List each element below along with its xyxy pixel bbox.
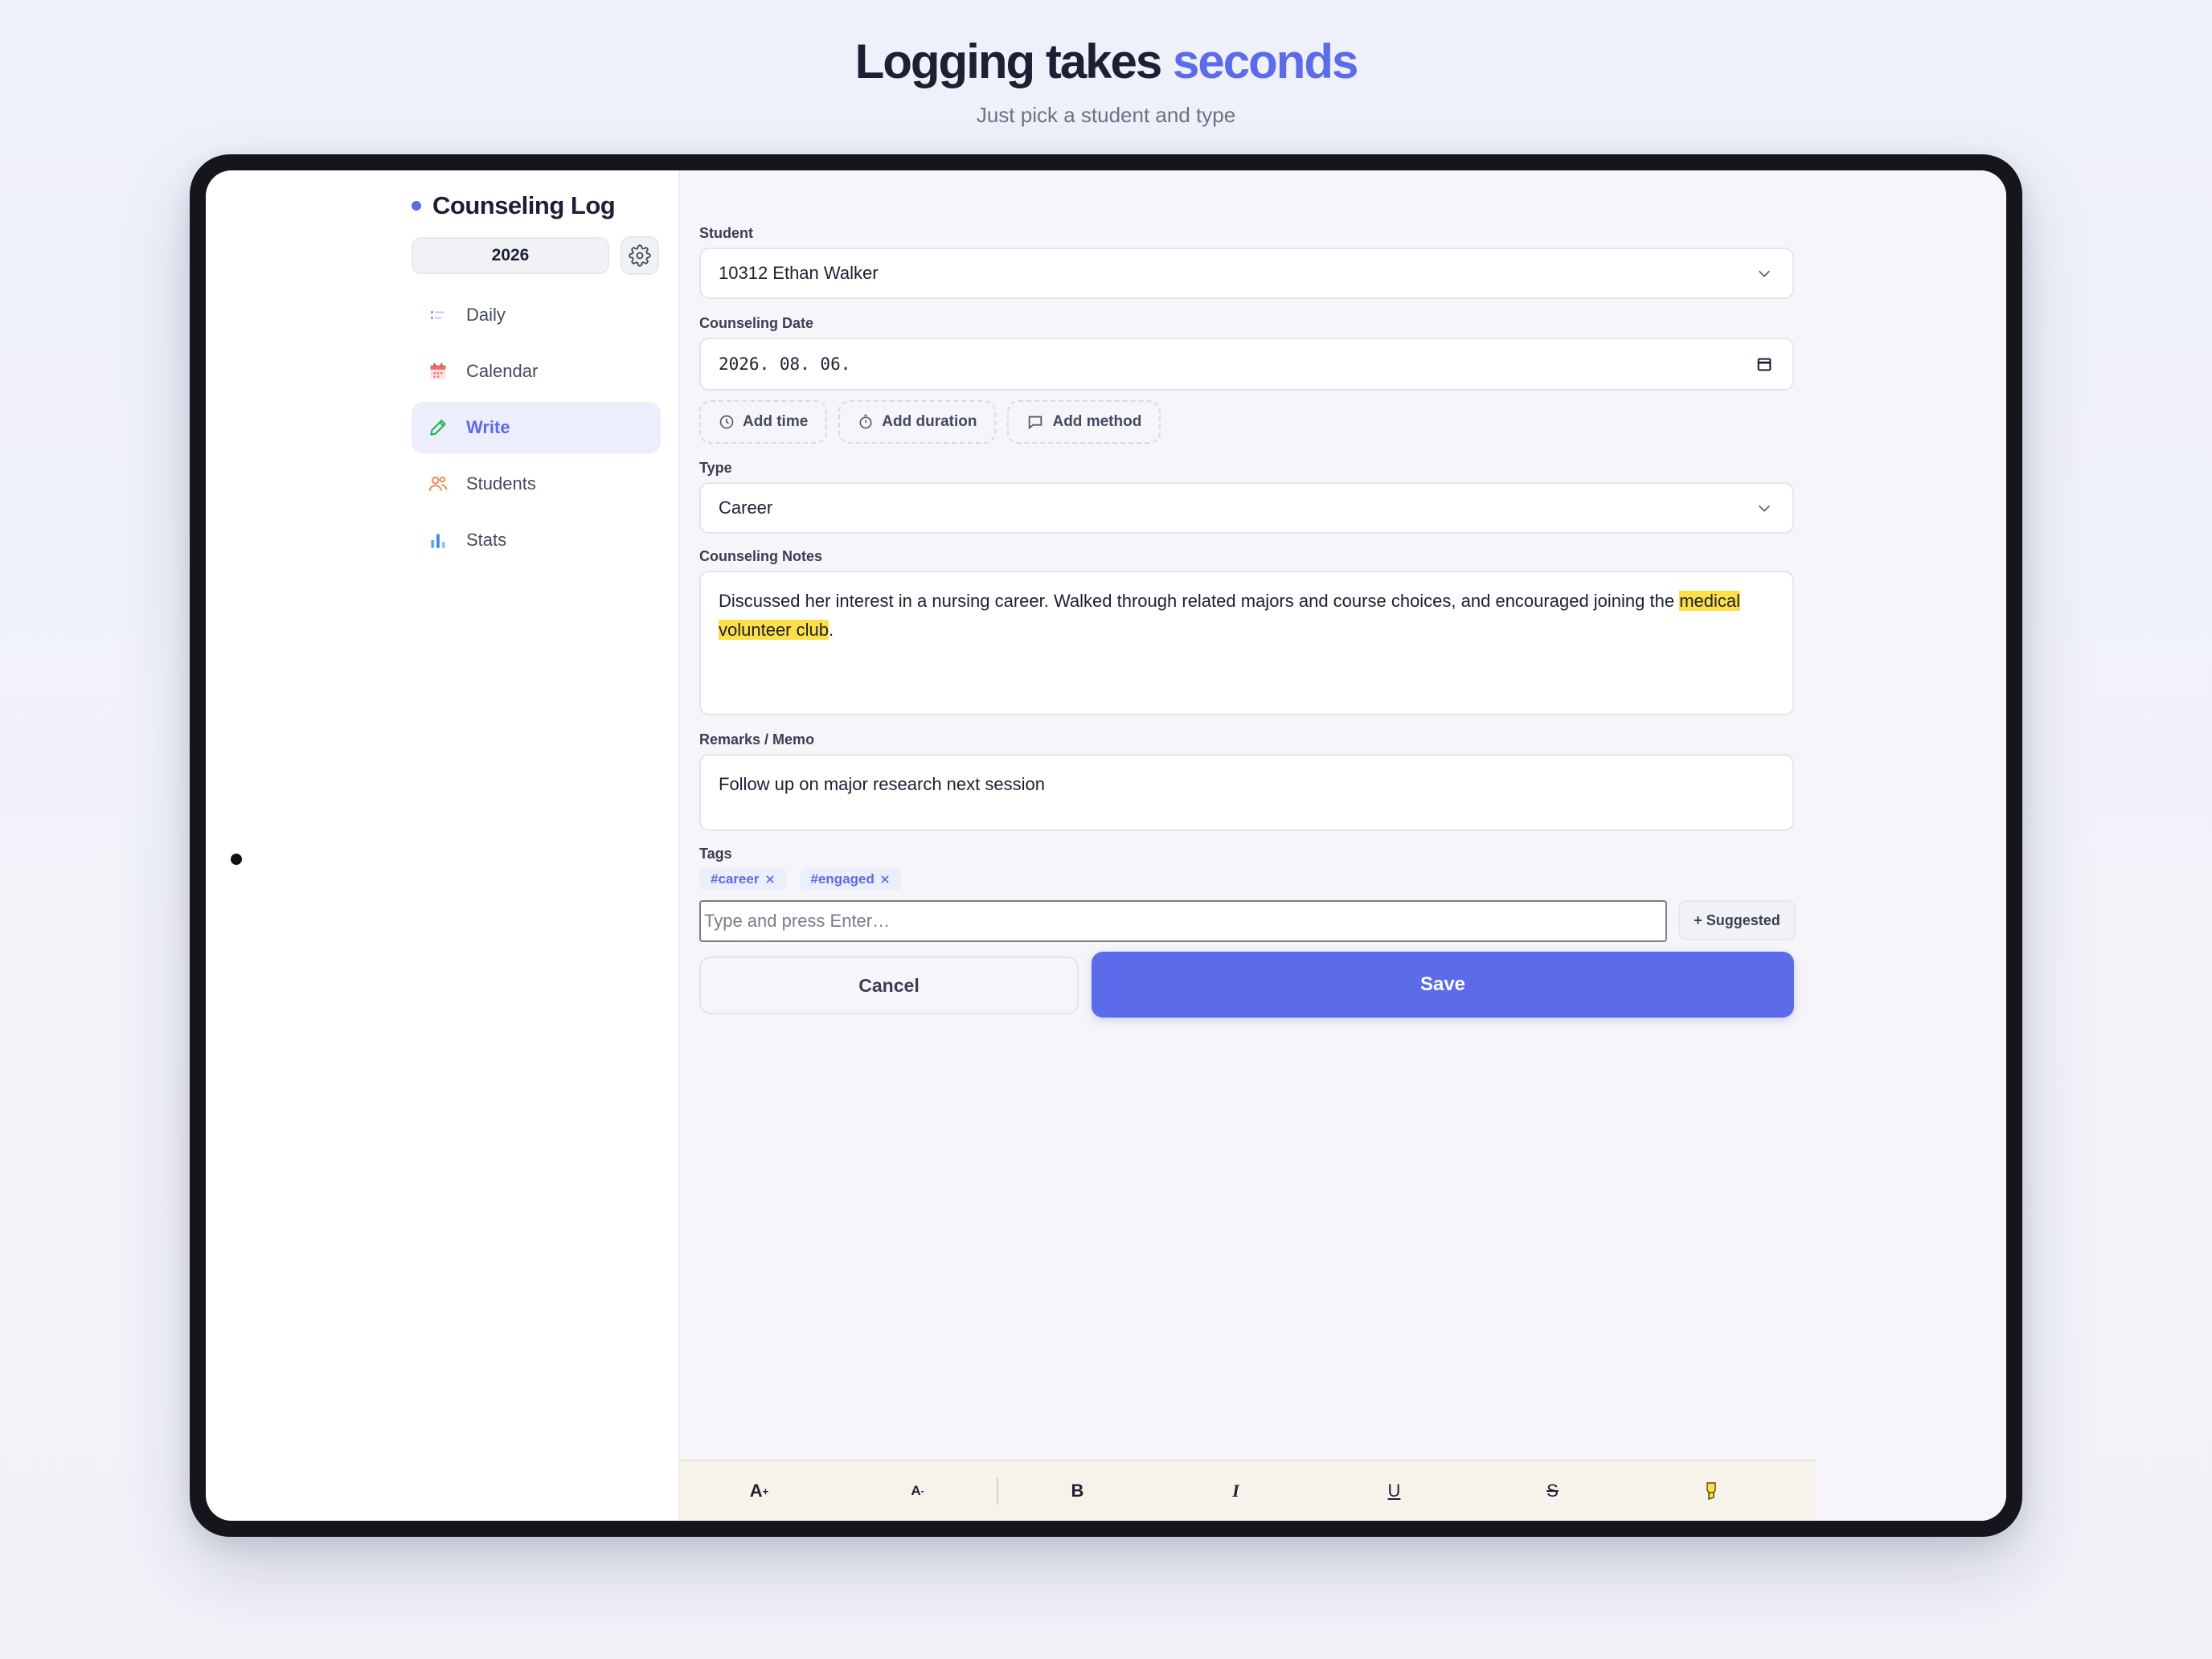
add-duration-label: Add duration — [882, 413, 977, 430]
users-icon — [428, 473, 449, 494]
tag-chip: #career — [699, 868, 787, 891]
year-selector[interactable]: 2026 — [412, 237, 609, 274]
remarks-textarea[interactable]: Follow up on major research next session — [699, 754, 1794, 831]
calendar-icon — [428, 361, 449, 382]
brand: Counseling Log — [412, 191, 616, 220]
add-method-label: Add method — [1052, 413, 1142, 430]
date-value: 2026. 08. 06. — [719, 354, 851, 374]
clock-icon — [719, 415, 734, 429]
sidebar: Counseling Log 2026 Daily Calendar Write… — [395, 170, 680, 1521]
type-select[interactable]: Career — [699, 482, 1794, 534]
highlight-button[interactable] — [1632, 1460, 1790, 1521]
sidebar-item-label: Daily — [466, 305, 506, 325]
highlighter-icon — [1706, 1482, 1716, 1501]
brand-name: Counseling Log — [432, 191, 616, 219]
main-content: Student 10312 Ethan Walker Counseling Da… — [680, 170, 2006, 1521]
tag-chip: #engaged — [799, 868, 902, 891]
tag-input[interactable] — [699, 900, 1667, 942]
sidebar-nav: Daily Calendar Write Students Stats — [412, 289, 661, 571]
remarks-text: Follow up on major research next session — [719, 774, 1045, 794]
bold-button[interactable]: B — [998, 1460, 1157, 1521]
camera-dot — [231, 854, 242, 865]
student-label: Student — [699, 225, 753, 241]
notes-text: Discussed her interest in a nursing care… — [719, 591, 1680, 611]
add-time-label: Add time — [743, 413, 809, 430]
gear-icon — [629, 244, 651, 267]
remarks-label: Remarks / Memo — [699, 731, 815, 748]
notes-textarea[interactable]: Discussed her interest in a nursing care… — [699, 571, 1794, 715]
cancel-button[interactable]: Cancel — [699, 956, 1079, 1014]
list-icon — [428, 305, 449, 326]
add-duration-button[interactable]: Add duration — [838, 400, 997, 444]
hero-title-accent: seconds — [1172, 35, 1358, 88]
bar-chart-icon — [428, 530, 449, 551]
font-increase-label: A — [749, 1481, 763, 1501]
sidebar-item-daily[interactable]: Daily — [412, 289, 661, 341]
sidebar-item-write[interactable]: Write — [412, 402, 661, 453]
close-icon[interactable] — [764, 874, 776, 885]
italic-button[interactable]: I — [1157, 1460, 1315, 1521]
format-toolbar: A + A- B I U S — [680, 1460, 1815, 1521]
hero-title-main: Logging takes — [854, 35, 1173, 88]
tag-list: #career #engaged — [699, 868, 902, 891]
chat-bubble-icon — [1029, 416, 1043, 430]
tag-label: #career — [711, 871, 760, 887]
sidebar-item-label: Stats — [466, 530, 507, 550]
pencil-icon — [428, 417, 449, 438]
font-increase-sup: + — [762, 1485, 769, 1497]
student-select[interactable]: 10312 Ethan Walker — [699, 248, 1794, 299]
add-time-button[interactable]: Add time — [699, 400, 828, 444]
calendar-picker-icon[interactable] — [1755, 355, 1773, 373]
student-value: 10312 Ethan Walker — [719, 263, 879, 283]
sidebar-item-students[interactable]: Students — [412, 458, 661, 510]
optional-fields-row: Add time Add duration Add method — [699, 400, 1161, 444]
sidebar-item-label: Students — [466, 473, 536, 494]
stopwatch-icon — [859, 414, 872, 429]
font-decrease-button[interactable]: A- — [838, 1460, 997, 1521]
add-method-button[interactable]: Add method — [1007, 400, 1161, 444]
sidebar-item-calendar[interactable]: Calendar — [412, 346, 661, 397]
strikethrough-button[interactable]: S — [1473, 1460, 1632, 1521]
tablet-frame: Counseling Log 2026 Daily Calendar Write… — [190, 154, 2022, 1537]
type-value: Career — [719, 498, 773, 518]
type-label: Type — [699, 460, 732, 476]
sidebar-item-stats[interactable]: Stats — [412, 514, 661, 566]
font-decrease-label: A — [911, 1483, 921, 1498]
sidebar-item-label: Calendar — [466, 361, 539, 381]
tags-label: Tags — [699, 846, 732, 862]
tablet-screen: Counseling Log 2026 Daily Calendar Write… — [206, 170, 2006, 1521]
date-input[interactable]: 2026. 08. 06. — [699, 338, 1794, 391]
year-row: 2026 — [412, 236, 659, 275]
hero-subtitle: Just pick a student and type — [976, 103, 1236, 127]
brand-dot — [412, 201, 421, 211]
settings-button[interactable] — [621, 236, 659, 275]
notes-label: Counseling Notes — [699, 548, 823, 564]
save-button[interactable]: Save — [1092, 952, 1794, 1018]
chevron-down-icon — [1758, 505, 1771, 512]
underline-button[interactable]: U — [1315, 1460, 1473, 1521]
date-label: Counseling Date — [699, 315, 814, 331]
close-icon[interactable] — [879, 874, 891, 885]
font-decrease-sup: - — [920, 1485, 924, 1497]
chevron-down-icon — [1758, 270, 1771, 277]
hero-title: Logging takes seconds — [0, 34, 2212, 89]
notes-text-end: . — [828, 620, 834, 640]
suggested-tags-button[interactable]: + Suggested — [1678, 900, 1796, 940]
sidebar-item-label: Write — [466, 417, 510, 437]
font-increase-button[interactable]: A + — [680, 1460, 838, 1521]
tag-label: #engaged — [810, 871, 875, 887]
